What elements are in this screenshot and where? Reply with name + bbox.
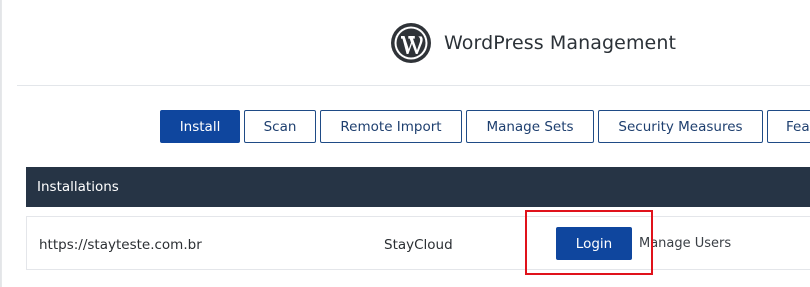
table-row: https://stayteste.com.br StayCloud Login… [26,216,810,270]
wordpress-management-panel: WordPress Management Install Scan Remote… [0,0,810,287]
tab-features-truncated[interactable]: Fea [767,110,810,143]
tab-security-measures[interactable]: Security Measures [598,110,763,143]
tab-scan[interactable]: Scan [244,110,316,143]
manage-users-link[interactable]: Manage Users [639,236,731,251]
installation-url[interactable]: https://stayteste.com.br [39,237,202,253]
login-button[interactable]: Login [556,227,632,260]
left-divider [1,0,2,287]
page-title: WordPress Management [444,32,677,54]
installations-table-header: Installations [26,167,810,207]
installations-heading: Installations [37,179,119,195]
tab-remote-import[interactable]: Remote Import [320,110,462,143]
action-toolbar: Install Scan Remote Import Manage Sets S… [160,110,810,143]
installation-user: StayCloud [384,237,453,253]
wordpress-logo-icon [391,23,431,63]
tab-manage-sets[interactable]: Manage Sets [466,110,594,143]
tab-install[interactable]: Install [160,110,240,143]
